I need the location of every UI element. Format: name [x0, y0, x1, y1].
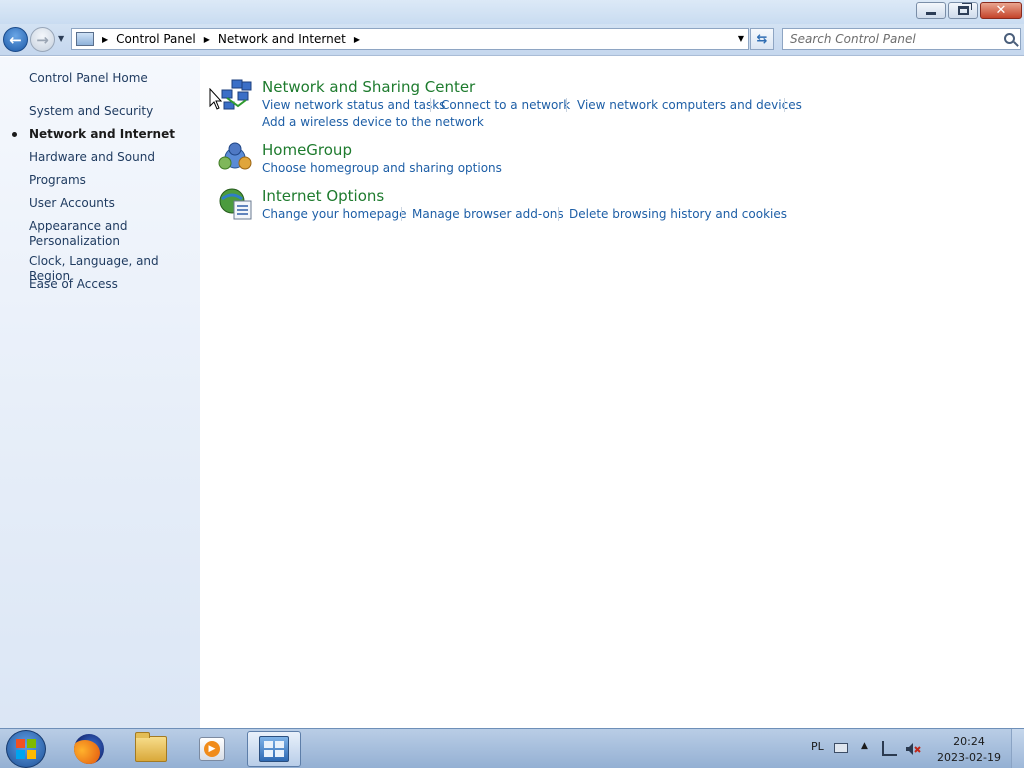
search-box[interactable]	[782, 28, 1021, 50]
minimize-button[interactable]	[916, 2, 946, 19]
sidebar-item-appearance-and-personalization[interactable]: Appearance and Personalization	[29, 219, 127, 249]
refresh-icon: ⇆	[756, 31, 768, 47]
active-bullet-icon	[12, 132, 17, 137]
clock-time[interactable]: 20:24	[940, 735, 998, 748]
network-and-sharing-center-title[interactable]: Network and Sharing Center	[262, 78, 475, 96]
link-separator	[401, 207, 402, 221]
internet-options-icon[interactable]	[218, 187, 252, 221]
breadcrumb-network-and-internet[interactable]: Network and Internet	[218, 32, 346, 46]
breadcrumb-chevron-icon[interactable]: ▶	[354, 35, 360, 44]
back-arrow-icon: ←	[9, 30, 22, 49]
taskbar-file-explorer[interactable]	[124, 731, 178, 767]
forward-button[interactable]: →	[30, 27, 55, 52]
network-icon[interactable]	[218, 78, 252, 112]
show-desktop-button[interactable]	[1011, 729, 1024, 768]
language-indicator[interactable]: PL	[811, 740, 824, 753]
taskbar-firefox[interactable]	[62, 731, 116, 767]
clock-date[interactable]: 2023-02-19	[936, 751, 1002, 764]
link-separator	[558, 207, 559, 221]
start-button[interactable]	[6, 730, 46, 768]
restore-icon	[957, 3, 972, 15]
link-separator	[430, 98, 431, 112]
connect-to-network-link[interactable]: Connect to a network	[441, 98, 570, 112]
view-network-status-link[interactable]: View network status and tasks	[262, 98, 445, 112]
delete-browsing-history-link[interactable]: Delete browsing history and cookies	[569, 207, 787, 221]
forward-arrow-icon: →	[36, 30, 49, 49]
view-network-computers-link[interactable]: View network computers and devices	[577, 98, 802, 112]
keyboard-icon[interactable]	[834, 743, 848, 753]
breadcrumb-control-panel[interactable]: Control Panel	[116, 32, 196, 46]
restore-button[interactable]	[948, 2, 978, 19]
sidebar-item-control-panel-home[interactable]: Control Panel Home	[29, 71, 148, 86]
manage-browser-addons-link[interactable]: Manage browser add-ons	[412, 207, 564, 221]
change-homepage-link[interactable]: Change your homepage	[262, 207, 407, 221]
minimize-icon	[926, 11, 936, 15]
taskbar-media-player[interactable]: ▶	[185, 731, 239, 767]
close-button[interactable]: ✕	[980, 2, 1022, 19]
taskbar-control-panel[interactable]	[247, 731, 301, 767]
address-bar[interactable]: ▶ Control Panel ▶ Network and Internet ▶…	[71, 28, 749, 50]
sidebar-item-system-and-security[interactable]: System and Security	[29, 104, 153, 119]
show-hidden-icons-icon[interactable]: ▲	[861, 741, 868, 751]
caption-buttons: ✕	[916, 2, 1022, 19]
taskbar: ▶ PL ▲ 20:24 2023-02-19	[0, 728, 1024, 768]
sidebar-item-network-and-internet[interactable]: Network and Internet	[29, 127, 175, 142]
main-content: Network and Sharing Center View network …	[200, 57, 1024, 728]
recent-pages-dropdown[interactable]: ▼	[58, 34, 64, 43]
navigation-bar: ← → ▼ ▶ Control Panel ▶ Network and Inte…	[0, 24, 1024, 56]
internet-options-title[interactable]: Internet Options	[262, 187, 384, 205]
volume-muted-icon[interactable]	[905, 741, 921, 757]
close-icon: ✕	[995, 3, 1007, 18]
sidebar-item-ease-of-access[interactable]: Ease of Access	[29, 277, 118, 292]
homegroup-icon[interactable]	[218, 141, 252, 175]
back-button[interactable]: ←	[3, 27, 28, 52]
address-dropdown-icon[interactable]: ▼	[738, 34, 744, 43]
control-panel-icon	[76, 32, 94, 46]
firefox-icon	[74, 734, 104, 764]
homegroup-sharing-options-link[interactable]: Choose homegroup and sharing options	[262, 161, 502, 175]
link-separator	[566, 98, 567, 112]
sidebar-item-hardware-and-sound[interactable]: Hardware and Sound	[29, 150, 155, 165]
media-player-icon: ▶	[199, 737, 225, 761]
add-wireless-device-link[interactable]: Add a wireless device to the network	[262, 115, 484, 129]
mouse-cursor-icon	[209, 88, 223, 110]
sidebar-item-label-line2: Personalization	[29, 234, 120, 248]
search-input[interactable]	[783, 29, 993, 49]
breadcrumb-chevron-icon[interactable]: ▶	[204, 35, 210, 44]
search-icon[interactable]	[1004, 33, 1015, 44]
sidebar-item-label-line1: Appearance and	[29, 219, 128, 233]
breadcrumb-chevron-icon[interactable]: ▶	[102, 35, 108, 44]
windows-logo-icon	[16, 739, 36, 759]
link-separator	[784, 98, 785, 112]
homegroup-title[interactable]: HomeGroup	[262, 141, 352, 159]
sidebar: Control Panel Home System and Security N…	[0, 57, 200, 728]
file-explorer-icon	[135, 732, 167, 762]
network-tray-icon[interactable]	[882, 741, 897, 756]
control-panel-icon	[259, 736, 289, 762]
sidebar-item-user-accounts[interactable]: User Accounts	[29, 196, 115, 211]
refresh-button[interactable]: ⇆	[750, 28, 774, 50]
title-bar: ✕	[0, 0, 1024, 24]
sidebar-item-programs[interactable]: Programs	[29, 173, 86, 188]
